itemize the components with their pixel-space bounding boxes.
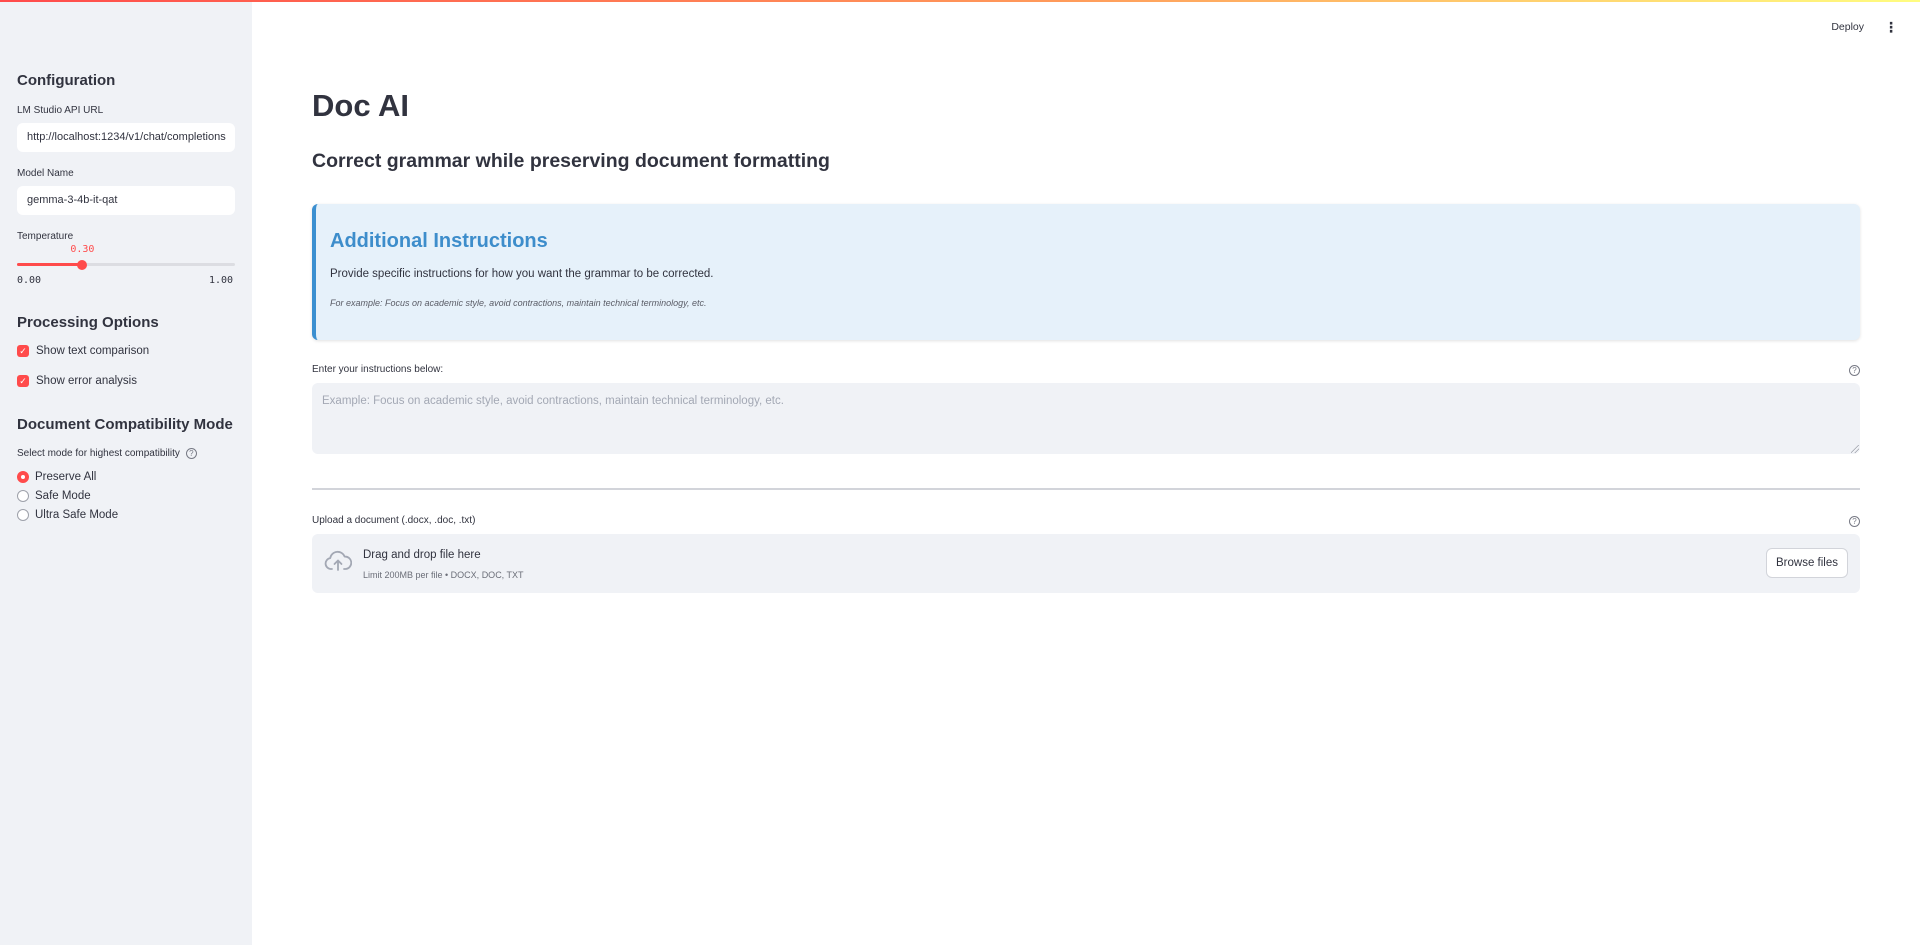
section-divider [312, 488, 1860, 490]
additional-instructions-info-box: Additional Instructions Provide specific… [312, 204, 1860, 340]
dropzone-title: Drag and drop file here [363, 549, 481, 561]
api-url-input[interactable]: http://localhost:1234/v1/chat/completion… [17, 123, 235, 152]
radio-unselected-icon[interactable] [17, 490, 29, 502]
info-example: For example: Focus on academic style, av… [330, 298, 707, 308]
resize-handle-icon[interactable] [1851, 445, 1859, 453]
temperature-slider-fill [17, 263, 83, 266]
checkbox-checked-icon[interactable]: ✓ [17, 345, 29, 357]
page-subtitle: Correct grammar while preserving documen… [312, 150, 830, 172]
model-name-label: Model Name [17, 168, 74, 179]
checkbox-show-text-comparison[interactable]: ✓ Show text comparison [17, 345, 149, 357]
top-decoration-bar [0, 0, 1920, 2]
processing-options-heading: Processing Options [17, 314, 159, 331]
temperature-label: Temperature [17, 231, 74, 242]
more-vertical-icon[interactable]: ⋮ [1884, 20, 1898, 34]
temperature-slider-thumb[interactable] [77, 259, 88, 270]
deploy-button[interactable]: Deploy [1831, 21, 1864, 33]
instructions-label: Enter your instructions below: [312, 364, 444, 375]
radio-safe-mode[interactable]: Safe Mode [17, 490, 91, 502]
help-icon[interactable]: ? [1849, 516, 1860, 527]
model-name-input[interactable]: gemma-3-4b-it-qat [17, 186, 235, 215]
help-icon[interactable]: ? [1849, 365, 1860, 376]
instructions-textarea[interactable]: Example: Focus on academic style, avoid … [312, 383, 1860, 454]
radio-preserve-all[interactable]: Preserve All [17, 471, 96, 483]
radio-selected-icon[interactable] [17, 471, 29, 483]
radio-label: Preserve All [35, 471, 97, 483]
file-dropzone[interactable]: Drag and drop file here Limit 200MB per … [312, 534, 1860, 593]
checkbox-show-error-analysis[interactable]: ✓ Show error analysis [17, 375, 137, 387]
cloud-upload-icon [324, 550, 353, 577]
checkbox-label: Show text comparison [36, 345, 150, 357]
temperature-slider[interactable] [17, 259, 235, 270]
dropzone-limit-text: Limit 200MB per file • DOCX, DOC, TXT [363, 570, 524, 580]
info-text: Provide specific instructions for how yo… [330, 268, 714, 280]
header-actions: Deploy ⋮ [1831, 20, 1898, 34]
compatibility-mode-heading: Document Compatibility Mode [17, 416, 233, 433]
radio-label: Ultra Safe Mode [35, 509, 119, 521]
page-title: Doc AI [312, 88, 410, 123]
sidebar: Configuration LM Studio API URL http://l… [0, 0, 252, 945]
temperature-value: 0.30 [70, 244, 95, 255]
radio-ultra-safe-mode[interactable]: Ultra Safe Mode [17, 509, 118, 521]
radio-unselected-icon[interactable] [17, 509, 29, 521]
info-title: Additional Instructions [330, 230, 548, 252]
checkbox-checked-icon[interactable]: ✓ [17, 375, 29, 387]
configuration-heading: Configuration [17, 72, 116, 89]
browse-files-button[interactable]: Browse files [1766, 548, 1848, 578]
upload-label: Upload a document (.docx, .doc, .txt) [312, 515, 476, 526]
api-url-label: LM Studio API URL [17, 105, 104, 116]
compatibility-mode-label-row: Select mode for highest compatibility ? [17, 448, 197, 459]
compatibility-mode-label: Select mode for highest compatibility [17, 448, 180, 459]
radio-label: Safe Mode [35, 490, 91, 502]
checkbox-label: Show error analysis [36, 375, 137, 387]
temperature-min: 0.00 [17, 275, 42, 286]
help-icon[interactable]: ? [185, 448, 197, 459]
instructions-placeholder: Example: Focus on academic style, avoid … [322, 395, 784, 407]
temperature-max: 1.00 [209, 275, 234, 286]
